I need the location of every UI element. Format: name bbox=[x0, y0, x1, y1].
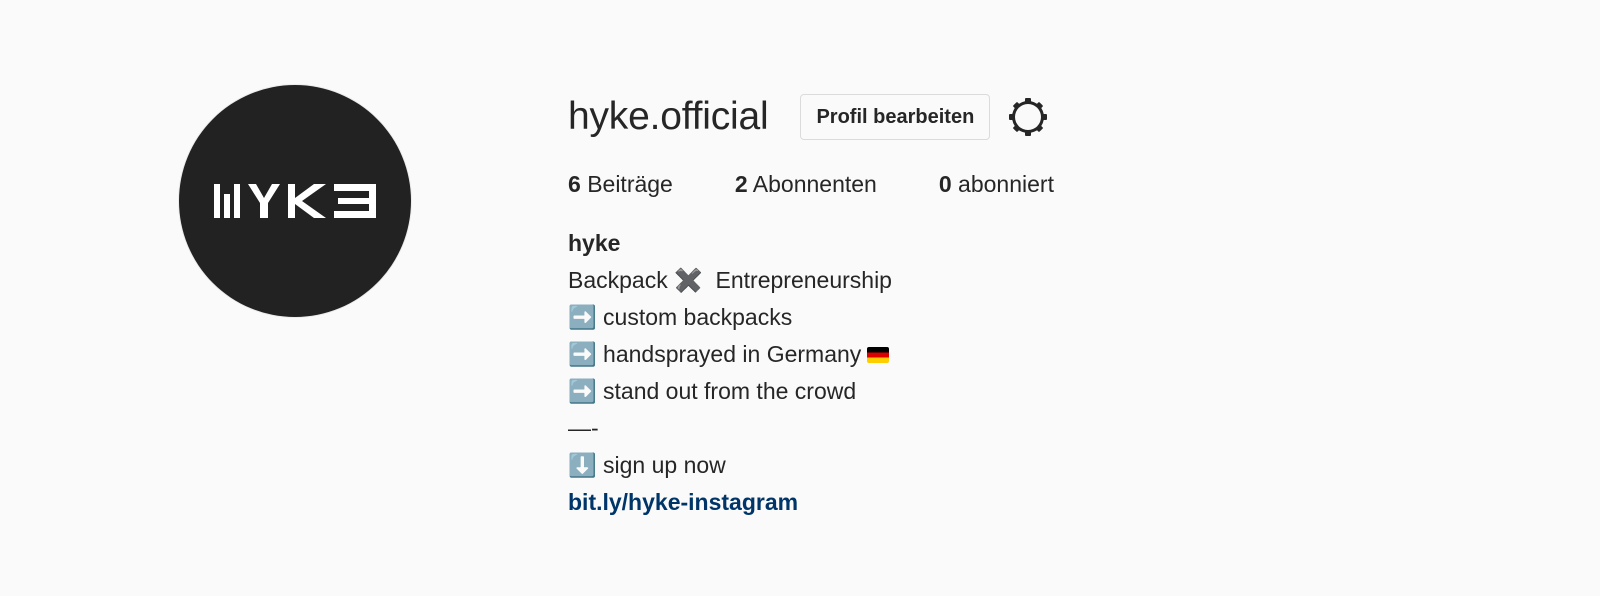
bio-line: ➡️ handsprayed in Germany bbox=[568, 336, 1116, 373]
profile-info: hyke.official Profil bearbeiten 6 Beiträ… bbox=[568, 90, 1116, 521]
profile-stats: 6 Beiträge 2 Abonnenten 0 abonniert bbox=[568, 169, 1116, 199]
profile-bio: hyke Backpack ✖️ Entrepreneurship ➡️ cus… bbox=[568, 225, 1116, 521]
bio-divider: —- bbox=[568, 415, 599, 441]
stat-posts[interactable]: 6 Beiträge bbox=[568, 169, 673, 199]
followers-count: 2 bbox=[734, 171, 748, 197]
bio-line: ➡️ custom backpacks bbox=[568, 304, 793, 330]
following-count: 0 bbox=[938, 171, 952, 197]
posts-label: Beiträge bbox=[587, 171, 673, 197]
profile-header: hyke.official Profil bearbeiten bbox=[568, 90, 1116, 144]
bio-line-text: ➡️ handsprayed in Germany bbox=[568, 341, 862, 367]
profile-avatar[interactable] bbox=[179, 85, 411, 317]
followers-label: Abonnenten bbox=[752, 171, 877, 197]
bio-line: ⬇️ sign up now bbox=[568, 452, 726, 478]
stat-followers[interactable]: 2 Abonnenten bbox=[735, 169, 877, 199]
following-label: abonniert bbox=[958, 171, 1054, 197]
bio-line: Backpack ✖️ Entrepreneurship bbox=[568, 267, 892, 293]
germany-flag-icon bbox=[867, 347, 890, 363]
stat-following[interactable]: 0 abonniert bbox=[939, 169, 1054, 199]
bio-name: hyke bbox=[568, 230, 621, 256]
gear-icon[interactable] bbox=[1008, 97, 1048, 137]
profile-username: hyke.official bbox=[568, 95, 769, 138]
bio-link[interactable]: bit.ly/hyke-instagram bbox=[568, 484, 1116, 521]
hyke-logo bbox=[214, 184, 376, 218]
edit-profile-button[interactable]: Profil bearbeiten bbox=[800, 94, 991, 140]
bio-line: ➡️ stand out from the crowd bbox=[568, 378, 857, 404]
posts-count: 6 bbox=[568, 171, 581, 197]
